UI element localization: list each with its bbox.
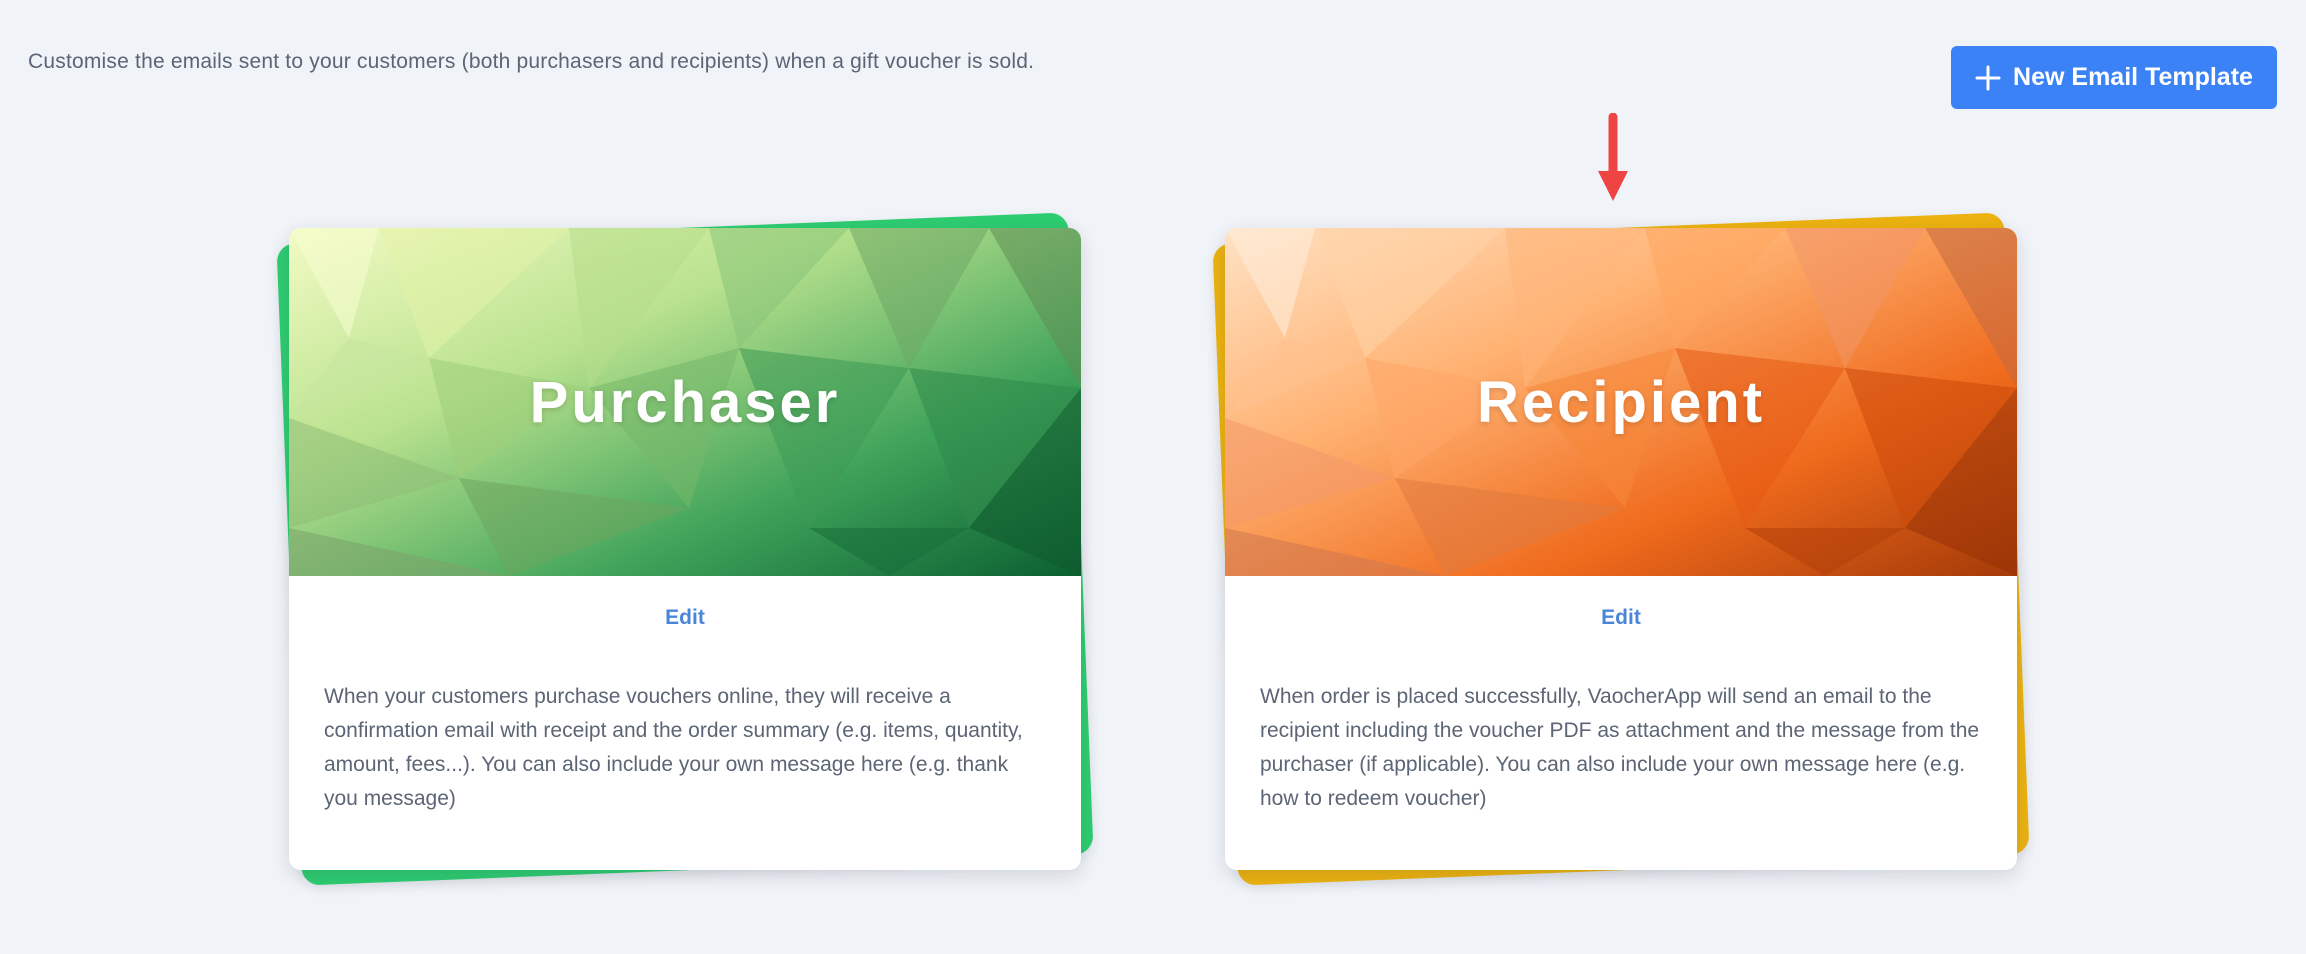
new-email-template-button[interactable]: New Email Template (1951, 46, 2277, 109)
intro-text: Customise the emails sent to your custom… (28, 50, 1035, 73)
new-email-template-label: New Email Template (2013, 63, 2253, 91)
purchaser-description: When your customers purchase vouchers on… (324, 685, 1023, 810)
purchaser-title: Purchaser (529, 369, 841, 435)
recipient-title: Recipient (1476, 369, 1766, 435)
recipient-description: When order is placed successfully, Vaoch… (1260, 685, 1980, 810)
purchaser-template-card[interactable]: Purchaser Edit When your customers purch… (276, 212, 1094, 886)
recipient-banner: Recipient (1225, 228, 2017, 576)
recipient-template-card[interactable]: Recipient Edit When order is placed succ… (1212, 212, 2030, 886)
red-arrow-down-icon (1598, 113, 1628, 201)
recipient-card: Recipient Edit When order is placed succ… (1225, 228, 2017, 870)
purchaser-edit-link[interactable]: Edit (289, 606, 1081, 630)
plus-icon (1975, 65, 2001, 90)
recipient-edit-link[interactable]: Edit (1225, 606, 2017, 630)
purchaser-banner: Purchaser (289, 228, 1081, 576)
email-templates-page: Customise the emails sent to your custom… (0, 0, 2306, 954)
purchaser-card: Purchaser Edit When your customers purch… (289, 228, 1081, 870)
